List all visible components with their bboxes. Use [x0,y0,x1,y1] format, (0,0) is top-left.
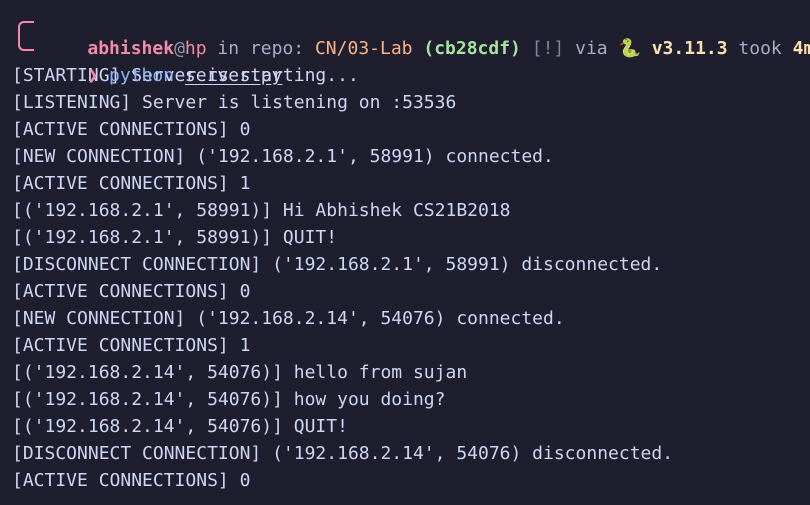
command-argument[interactable]: server.py [185,65,283,86]
output-line: [DISCONNECT CONNECTION] ('192.168.2.14',… [12,443,674,464]
output-line: [('192.168.2.14', 54076)] QUIT! [12,416,348,437]
output-line: [NEW CONNECTION] ('192.168.2.14', 54076)… [12,308,565,329]
output-line: [('192.168.2.14', 54076)] hello from suj… [12,362,468,383]
command-line[interactable]: ❯ python server.py [0,35,810,86]
output-line: [('192.168.2.1', 58991)] Hi Abhishek CS2… [12,200,511,221]
prompt-chevron-icon: ❯ [87,65,99,86]
prompt-status-line: abhishek@hp in repo: CN/03-Lab (cb28cdf)… [0,8,810,59]
output-line: [DISCONNECT CONNECTION] ('192.168.2.1', … [12,254,663,275]
terminal-output: [STARTING] Server is starting... [LISTENI… [0,62,810,494]
output-line: [ACTIVE CONNECTIONS] 1 [12,173,251,194]
output-line: [ACTIVE CONNECTIONS] 1 [12,335,251,356]
output-line: [LISTENING] Server is listening on :5353… [12,92,457,113]
output-line: [('192.168.2.1', 58991)] QUIT! [12,227,338,248]
output-line: [('192.168.2.14', 54076)] how you doing? [12,389,446,410]
output-line: [ACTIVE CONNECTIONS] 0 [12,119,251,140]
output-line: [NEW CONNECTION] ('192.168.2.1', 58991) … [12,146,554,167]
terminal-window[interactable]: abhishek@hp in repo: CN/03-Lab (cb28cdf)… [0,0,810,505]
command-name: python [109,65,175,86]
output-line: [ACTIVE CONNECTIONS] 0 [12,470,251,491]
prompt-bracket-bottom [18,35,34,51]
output-line: [ACTIVE CONNECTIONS] 0 [12,281,251,302]
